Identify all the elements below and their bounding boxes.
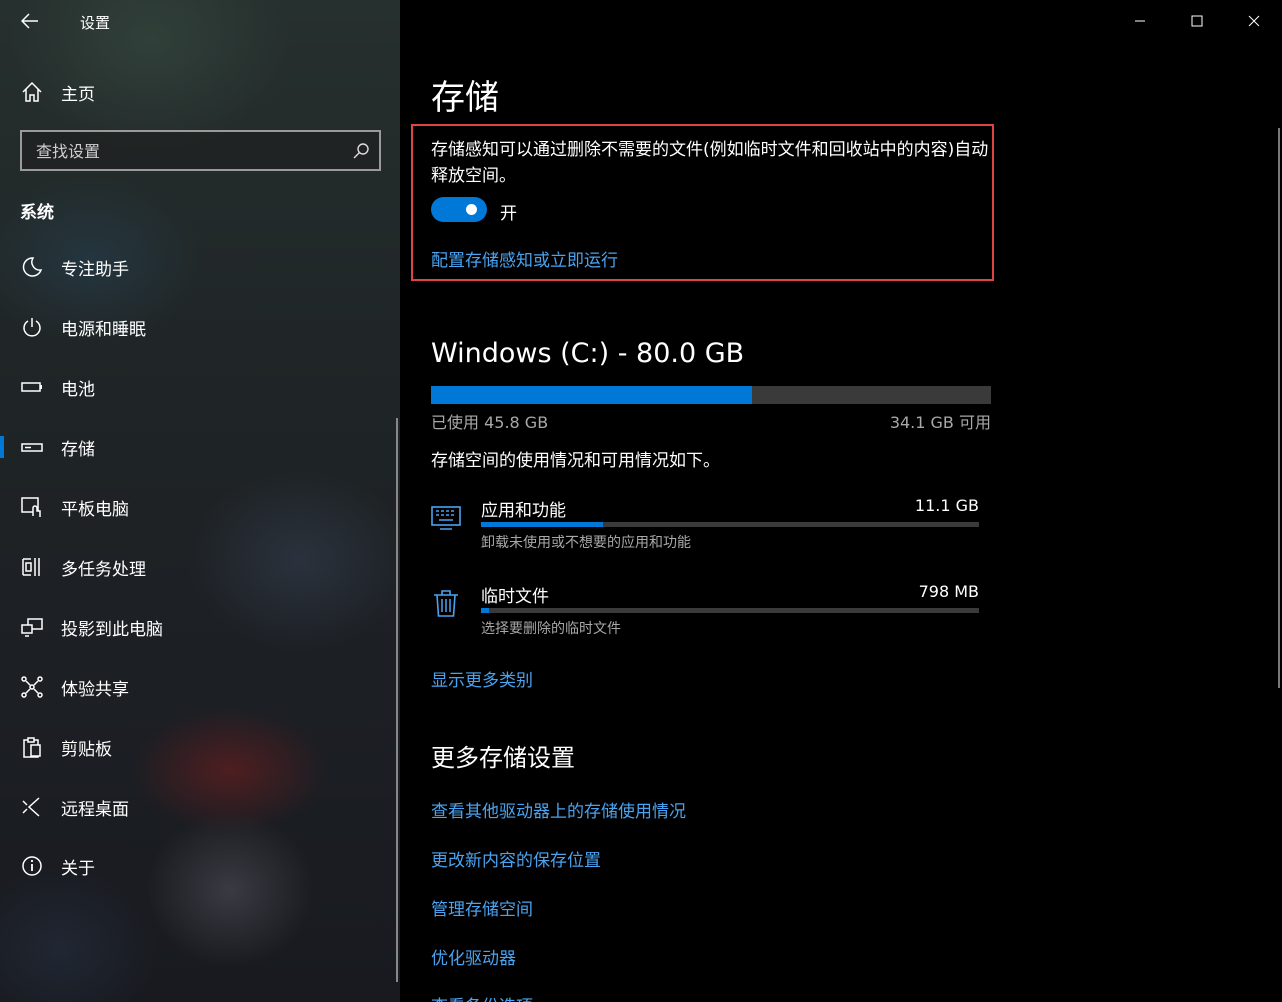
clipboard-icon: [20, 735, 44, 759]
category-name: 临时文件: [481, 587, 549, 607]
multitask-icon: [20, 555, 44, 579]
page-title: 存储: [431, 78, 499, 118]
sidebar-item-label: 多任务处理: [61, 559, 146, 580]
sidebar-item-remote-desktop[interactable]: 远程桌面: [0, 783, 400, 831]
change-save-location-link[interactable]: 更改新内容的保存位置: [431, 846, 601, 871]
toggle-state-label: 开: [500, 204, 517, 224]
category-size: 798 MB: [918, 582, 979, 601]
drive-usage-bar: [431, 386, 991, 404]
category-description: 选择要删除的临时文件: [481, 621, 621, 637]
free-space-label: 34.1 GB 可用: [889, 413, 991, 432]
trash-icon: [434, 590, 458, 617]
back-arrow-icon: [21, 13, 38, 29]
maximize-icon: [1191, 15, 1202, 27]
category-name: 应用和功能: [481, 501, 566, 521]
sidebar-item-clipboard[interactable]: 剪贴板: [0, 723, 400, 771]
sidebar-item-shared-experience[interactable]: 体验共享: [0, 663, 400, 711]
category-usage-bar: [481, 608, 979, 613]
maximize-button[interactable]: [1168, 0, 1225, 42]
remote-desktop-icon: [20, 795, 44, 819]
toggle-knob: [466, 204, 477, 215]
section-header: 系统: [20, 203, 54, 223]
sidebar-item-label: 存储: [61, 439, 95, 460]
sidebar-item-home[interactable]: 主页: [0, 72, 400, 112]
sidebar-item-label: 关于: [61, 858, 95, 879]
tablet-icon: [20, 495, 44, 519]
apps-icon: [431, 506, 461, 530]
category-apps-features[interactable]: 应用和功能 11.1 GB 卸载未使用或不想要的应用和功能: [431, 496, 991, 566]
storage-sense-description: 存储感知可以通过删除不需要的文件(例如临时文件和回收站中的内容)自动释放空间。: [431, 140, 989, 186]
main-content: 存储 存储感知可以通过删除不需要的文件(例如临时文件和回收站中的内容)自动释放空…: [400, 0, 1282, 1002]
sidebar-item-battery[interactable]: 电池: [0, 363, 400, 411]
close-button[interactable]: [1225, 0, 1282, 42]
sidebar-item-label: 平板电脑: [61, 499, 129, 520]
power-icon: [20, 315, 44, 339]
sidebar-item-label: 体验共享: [61, 679, 129, 700]
search-box[interactable]: [20, 130, 381, 171]
search-icon[interactable]: [351, 141, 371, 161]
usage-description: 存储空间的使用情况和可用情况如下。: [431, 451, 720, 471]
sidebar-item-multitasking[interactable]: 多任务处理: [0, 543, 400, 591]
view-other-drives-link[interactable]: 查看其他驱动器上的存储使用情况: [431, 797, 686, 822]
optimize-drives-link[interactable]: 优化驱动器: [431, 944, 516, 969]
category-size: 11.1 GB: [914, 496, 979, 515]
close-icon: [1248, 15, 1259, 27]
sidebar-item-label: 主页: [61, 84, 95, 105]
show-more-categories-link[interactable]: 显示更多类别: [431, 666, 533, 691]
minimize-button[interactable]: [1111, 0, 1168, 42]
sidebar-item-label: 电源和睡眠: [61, 319, 146, 340]
selection-indicator: [0, 436, 4, 458]
app-title: 设置: [80, 14, 111, 32]
sidebar-item-label: 专注助手: [61, 259, 129, 280]
sidebar: 设置 主页 系统 专注助手 电源和睡眠 电池: [0, 0, 400, 1002]
battery-icon: [20, 375, 44, 399]
category-temp-files[interactable]: 临时文件 798 MB 选择要删除的临时文件: [431, 582, 991, 652]
sidebar-item-tablet[interactable]: 平板电脑: [0, 483, 400, 531]
storage-sense-toggle[interactable]: [431, 197, 487, 222]
search-input[interactable]: [36, 140, 336, 162]
category-usage-bar: [481, 522, 979, 527]
storage-icon: [20, 435, 44, 459]
drive-usage-fill: [431, 386, 752, 404]
used-space-label: 已使用 45.8 GB: [431, 413, 549, 432]
sidebar-item-label: 远程桌面: [61, 799, 129, 820]
sidebar-item-about[interactable]: 关于: [0, 842, 400, 890]
sidebar-item-label: 投影到此电脑: [61, 619, 163, 640]
window-controls: [1111, 0, 1282, 42]
sidebar-item-power-sleep[interactable]: 电源和睡眠: [0, 303, 400, 351]
configure-storage-sense-link[interactable]: 配置存储感知或立即运行: [431, 246, 618, 271]
share-icon: [20, 675, 44, 699]
main-scrollbar[interactable]: [1278, 128, 1280, 688]
sidebar-item-project[interactable]: 投影到此电脑: [0, 603, 400, 651]
minimize-icon: [1134, 20, 1145, 22]
category-description: 卸载未使用或不想要的应用和功能: [481, 535, 691, 551]
view-backup-options-link[interactable]: 查看备份选项: [431, 992, 533, 1002]
home-icon: [20, 80, 44, 104]
drive-title: Windows (C:) - 80.0 GB: [431, 338, 745, 369]
sidebar-item-label: 剪贴板: [61, 739, 112, 760]
info-icon: [20, 854, 44, 878]
sidebar-item-focus-assist[interactable]: 专注助手: [0, 243, 400, 291]
back-button[interactable]: [12, 6, 48, 36]
title-bar: 设置: [0, 0, 400, 44]
project-icon: [20, 615, 44, 639]
sidebar-item-storage[interactable]: 存储: [0, 423, 400, 471]
category-usage-fill: [481, 608, 490, 613]
manage-storage-spaces-link[interactable]: 管理存储空间: [431, 895, 533, 920]
more-storage-settings-title: 更多存储设置: [431, 744, 575, 772]
sidebar-item-label: 电池: [61, 379, 95, 400]
category-usage-fill: [481, 522, 603, 527]
moon-icon: [20, 255, 44, 279]
sidebar-scrollbar[interactable]: [396, 418, 398, 982]
